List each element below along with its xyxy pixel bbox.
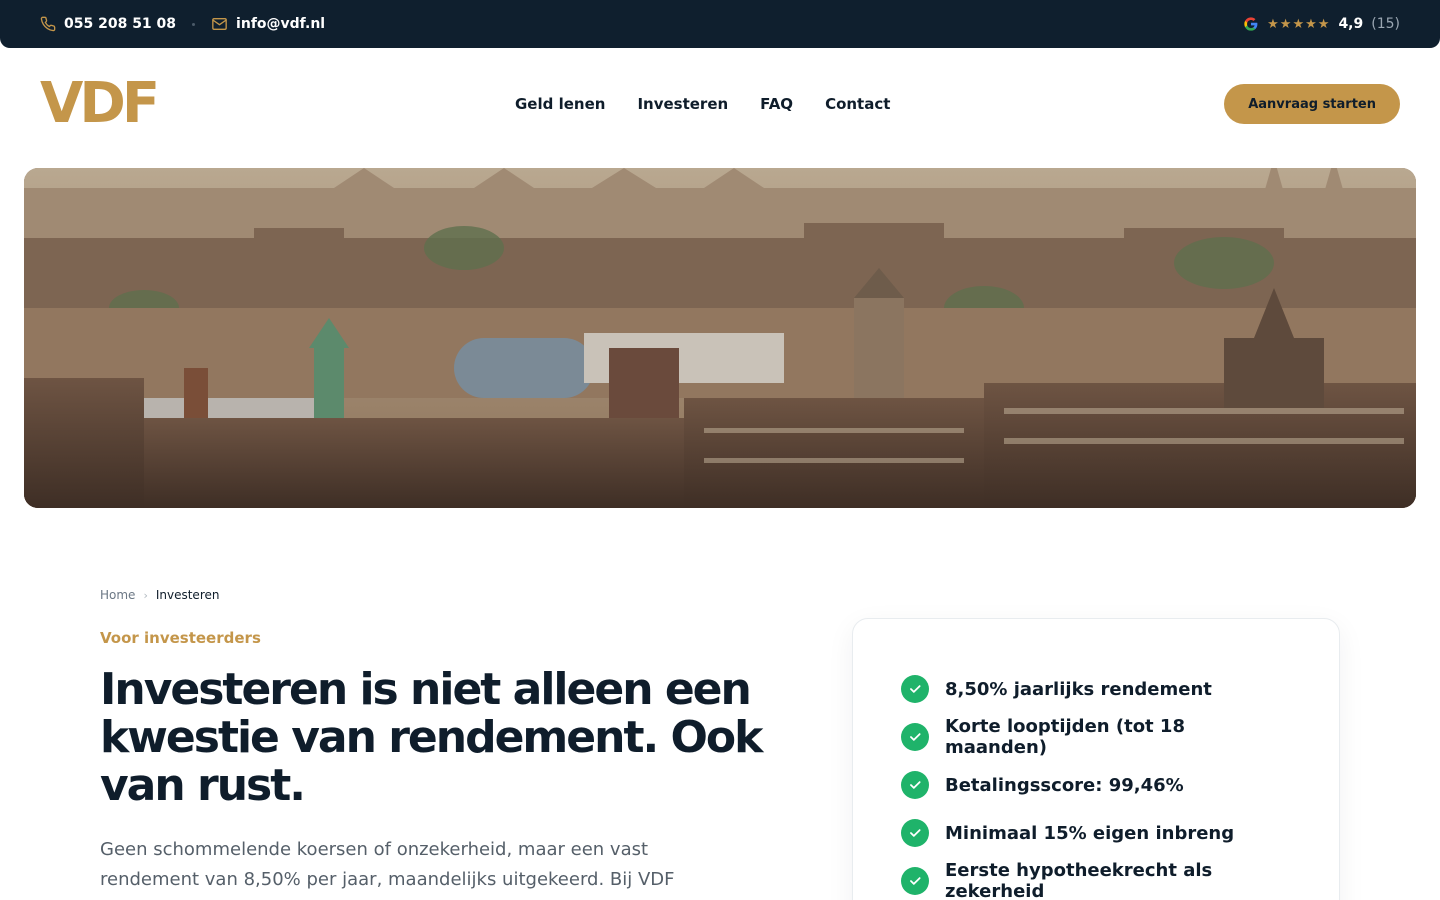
top-bar: 055 208 51 08 info@vdf.nl ★★★★★ 4,9 (15) (0, 0, 1440, 48)
breadcrumb-home[interactable]: Home (100, 588, 135, 602)
phone-link[interactable]: 055 208 51 08 (40, 16, 176, 32)
rating-count: (15) (1371, 16, 1400, 32)
chevron-right-icon: › (143, 588, 148, 602)
rating-score: 4,9 (1338, 16, 1364, 32)
feature-item: 8,50% jaarlijks rendement (901, 665, 1291, 713)
check-icon (901, 867, 929, 895)
feature-item: Korte looptijden (tot 18 maanden) (901, 713, 1291, 761)
feature-label: Minimaal 15% eigen inbreng (945, 822, 1235, 844)
vdf-logo[interactable]: VDF (40, 76, 200, 132)
nav-investeren[interactable]: Investeren (637, 95, 728, 113)
hero-city-image (24, 168, 1416, 508)
mail-icon (211, 16, 228, 32)
intro-paragraph: Geen schommelende koersen of onzekerheid… (100, 839, 675, 890)
feature-label: Eerste hypotheekrecht als zekerheid (945, 860, 1213, 900)
page-title: Investeren is niet alleen een kwestie va… (100, 664, 763, 811)
features-card: 8,50% jaarlijks rendement Korte looptijd… (852, 618, 1340, 900)
feature-label: Korte looptijden (tot 18 maanden) (945, 716, 1185, 758)
main-nav: Geld lenen Investeren FAQ Contact (515, 95, 890, 113)
check-icon (901, 771, 929, 799)
site-header: VDF Geld lenen Investeren FAQ Contact Aa… (0, 48, 1440, 160)
google-rating[interactable]: ★★★★★ 4,9 (15) (1243, 16, 1400, 32)
section-eyebrow: Voor investeerders (100, 629, 261, 647)
google-icon (1243, 16, 1259, 32)
feature-item: Eerste hypotheekrecht als zekerheid (901, 857, 1291, 900)
nav-contact[interactable]: Contact (825, 95, 890, 113)
check-icon (901, 675, 929, 703)
rating-stars: ★★★★★ (1267, 16, 1331, 32)
phone-number: 055 208 51 08 (64, 16, 177, 32)
check-icon (901, 723, 929, 751)
feature-item: Betalingsscore: 99,46% (901, 761, 1291, 809)
separator-dot (192, 22, 196, 26)
email-link[interactable]: info@vdf.nl (211, 16, 325, 32)
feature-label: 8,50% jaarlijks rendement (945, 678, 1212, 700)
contact-info: 055 208 51 08 info@vdf.nl (40, 16, 325, 32)
breadcrumb-current: Investeren (155, 588, 220, 602)
check-icon (901, 819, 929, 847)
breadcrumb: Home › Investeren (100, 588, 219, 602)
nav-geld-lenen[interactable]: Geld lenen (515, 95, 605, 113)
start-application-button[interactable]: Aanvraag starten (1224, 84, 1400, 124)
phone-icon (40, 16, 56, 32)
feature-label: Betalingsscore: 99,46% (945, 774, 1184, 796)
feature-item: Minimaal 15% eigen inbreng (901, 809, 1291, 857)
email-address: info@vdf.nl (236, 16, 326, 32)
nav-faq[interactable]: FAQ (760, 95, 793, 113)
